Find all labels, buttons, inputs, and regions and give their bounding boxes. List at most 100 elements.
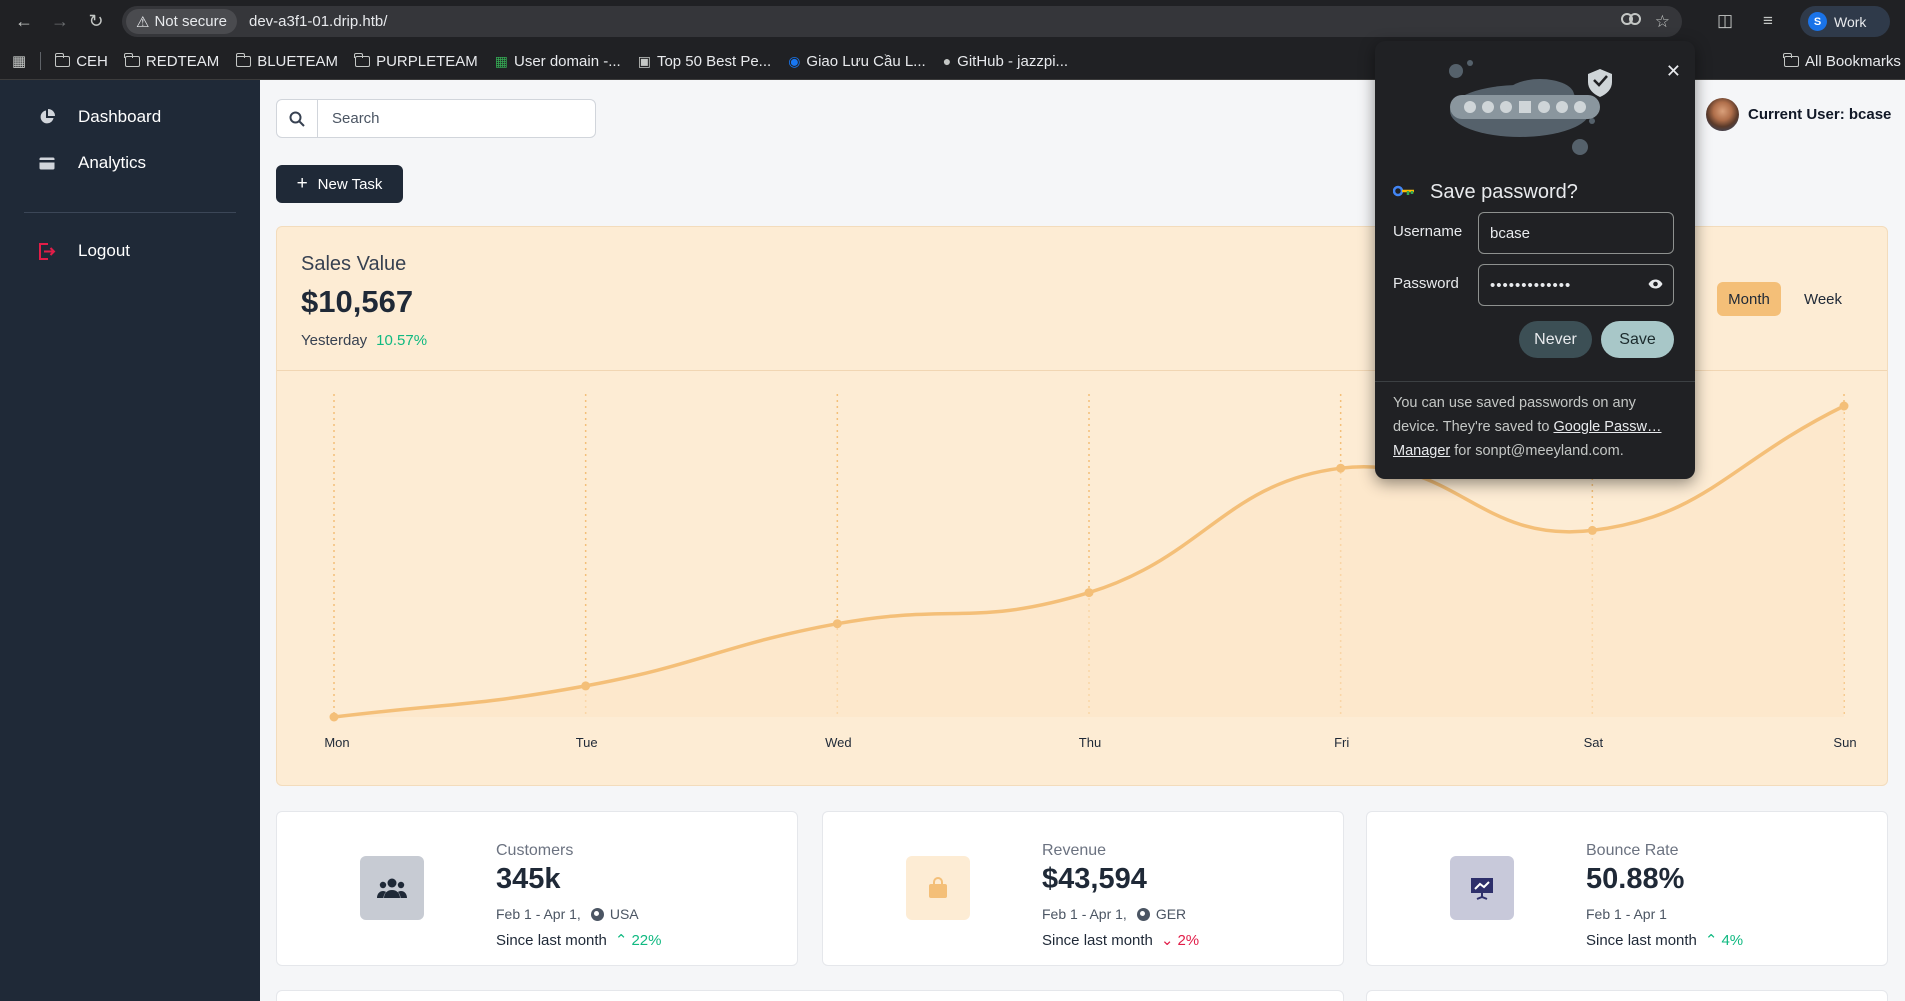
close-icon[interactable]: ✕ xyxy=(1666,61,1681,82)
key-icon xyxy=(1392,184,1415,202)
username-label: Username xyxy=(1393,223,1463,240)
stat-date: Feb 1 - Apr 1 xyxy=(1586,906,1667,922)
security-chip[interactable]: ⚠ Not secure xyxy=(126,9,237,34)
period-label: Yesterday xyxy=(301,332,368,349)
x-tick-label: Sun xyxy=(1833,735,1856,750)
bookmark-ceh[interactable]: CEH xyxy=(54,52,108,70)
profile-label: Work xyxy=(1834,13,1867,30)
data-point xyxy=(1587,525,1597,535)
x-tick-label: Mon xyxy=(324,735,349,750)
stat-label: Bounce Rate xyxy=(1586,842,1679,859)
folder-icon xyxy=(124,52,140,67)
stat-since: Since last month ⌄ 2% xyxy=(1042,931,1200,950)
stat-date: Feb 1 - Apr 1, GER xyxy=(1042,906,1187,922)
stat-card-revenue: Revenue $43,594 Feb 1 - Apr 1, GER Since … xyxy=(822,811,1344,966)
facebook-icon: ◉ xyxy=(788,52,801,69)
stat-change: 22% xyxy=(631,931,662,949)
card-icon xyxy=(38,154,56,172)
sheets-icon: ▦ xyxy=(494,52,508,69)
data-point xyxy=(581,681,591,691)
github-icon: ● xyxy=(942,53,952,69)
sidebar-item-logout[interactable]: Logout xyxy=(38,241,130,261)
stat-change: 4% xyxy=(1721,931,1744,949)
bookmark-blueteam[interactable]: BLUETEAM xyxy=(235,52,338,70)
sidebar-item-analytics[interactable]: Analytics xyxy=(38,153,146,173)
password-label: Password xyxy=(1393,275,1459,292)
search-box[interactable] xyxy=(276,99,596,138)
card-partial xyxy=(276,990,1344,1001)
x-tick-label: Wed xyxy=(825,735,852,750)
pie-chart-icon xyxy=(38,108,56,126)
x-tick-label: Tue xyxy=(576,735,598,750)
bookmark-redteam[interactable]: REDTEAM xyxy=(124,52,219,70)
data-point xyxy=(1839,401,1849,411)
password-field[interactable]: ••••••••••••• xyxy=(1478,264,1674,306)
presentation-chart-icon xyxy=(1450,856,1514,920)
stat-date: Feb 1 - Apr 1, USA xyxy=(496,906,639,922)
extensions-icon[interactable]: ◫ xyxy=(1717,11,1733,31)
never-button[interactable]: Never xyxy=(1519,321,1592,358)
search-input[interactable] xyxy=(318,110,588,127)
password-key-icon[interactable] xyxy=(1620,11,1641,32)
week-toggle-button[interactable]: Week xyxy=(1791,282,1855,316)
browser-toolbar: ← → ↻ ⚠ Not secure dev-a3f1-01.drip.htb/… xyxy=(0,0,1905,43)
save-button[interactable]: Save xyxy=(1601,321,1674,358)
sales-value: $10,567 xyxy=(301,284,414,319)
media-icon[interactable]: ≡ xyxy=(1763,11,1773,31)
sales-change: 10.57% xyxy=(376,332,428,349)
folder-icon xyxy=(54,52,71,67)
bookmark-purpleteam[interactable]: PURPLETEAM xyxy=(354,52,478,70)
stat-label: Customers xyxy=(496,842,574,859)
dialog-header: Save password? xyxy=(1392,181,1578,204)
bookmark-facebook[interactable]: ◉ Giao Lưu Cầu L... xyxy=(788,53,926,70)
stat-card-bounce-rate: Bounce Rate 50.88% Feb 1 - Apr 1 Since l… xyxy=(1366,811,1888,966)
data-point xyxy=(1084,588,1094,598)
month-toggle-button[interactable]: Month xyxy=(1717,282,1781,316)
back-icon[interactable]: ← xyxy=(12,10,36,34)
new-task-button[interactable]: + New Task xyxy=(276,165,403,203)
stat-value: 345k xyxy=(496,863,561,895)
address-bar[interactable]: ⚠ Not secure dev-a3f1-01.drip.htb/ ☆ xyxy=(122,6,1682,37)
warning-icon: ⚠ xyxy=(136,13,150,31)
save-password-dialog: ✕ Save password? Username Password •••••… xyxy=(1375,41,1695,479)
profile-chip[interactable]: S Work xyxy=(1800,6,1890,37)
divider xyxy=(40,52,42,70)
globe-icon xyxy=(590,907,604,921)
bookmark-top50[interactable]: ▣ Top 50 Best Pe... xyxy=(638,53,771,70)
url-text[interactable]: dev-a3f1-01.drip.htb/ xyxy=(249,13,387,30)
globe-icon xyxy=(1136,907,1150,921)
stat-value: 50.88% xyxy=(1586,863,1685,895)
password-mask: ••••••••••••• xyxy=(1490,276,1572,294)
folder-icon xyxy=(235,52,252,67)
username-field[interactable] xyxy=(1478,212,1674,254)
sidebar-item-label: Analytics xyxy=(78,153,147,172)
search-icon[interactable] xyxy=(277,100,318,137)
reload-icon[interactable]: ↻ xyxy=(84,10,108,34)
chevron-down-icon: ⌄ xyxy=(1160,932,1174,949)
stat-label: Revenue xyxy=(1042,842,1107,859)
folder-icon xyxy=(1783,52,1799,67)
dialog-divider xyxy=(1375,381,1695,382)
stat-card-customers: Customers 345k Feb 1 - Apr 1, USA Since l… xyxy=(276,811,798,966)
forward-icon[interactable]: → xyxy=(48,10,72,34)
current-user[interactable]: Current User: bcase xyxy=(1706,98,1891,131)
sidebar-item-dashboard[interactable]: Dashboard xyxy=(38,107,161,127)
shopping-bag-icon xyxy=(906,856,970,920)
avatar xyxy=(1706,98,1739,131)
card-partial xyxy=(1366,990,1888,1001)
plus-icon: + xyxy=(296,173,308,194)
all-bookmarks[interactable]: All Bookmarks xyxy=(1783,52,1901,70)
data-point xyxy=(1336,463,1346,473)
sidebar-divider xyxy=(24,212,236,213)
data-point xyxy=(329,712,339,722)
folder-icon xyxy=(354,52,371,67)
dialog-title: Save password? xyxy=(1430,181,1578,203)
current-user-label: Current User: bcase xyxy=(1748,106,1892,123)
bookmark-user-domain[interactable]: ▦ User domain -... xyxy=(495,53,621,70)
eye-icon[interactable] xyxy=(1648,277,1663,292)
bookmark-github[interactable]: ● GitHub - jazzpi... xyxy=(943,53,1068,70)
bookmark-star-icon[interactable]: ☆ xyxy=(1655,12,1670,32)
stat-value: $43,594 xyxy=(1042,863,1147,895)
x-tick-label: Sat xyxy=(1584,735,1604,750)
apps-icon[interactable]: ▦ xyxy=(12,52,26,70)
